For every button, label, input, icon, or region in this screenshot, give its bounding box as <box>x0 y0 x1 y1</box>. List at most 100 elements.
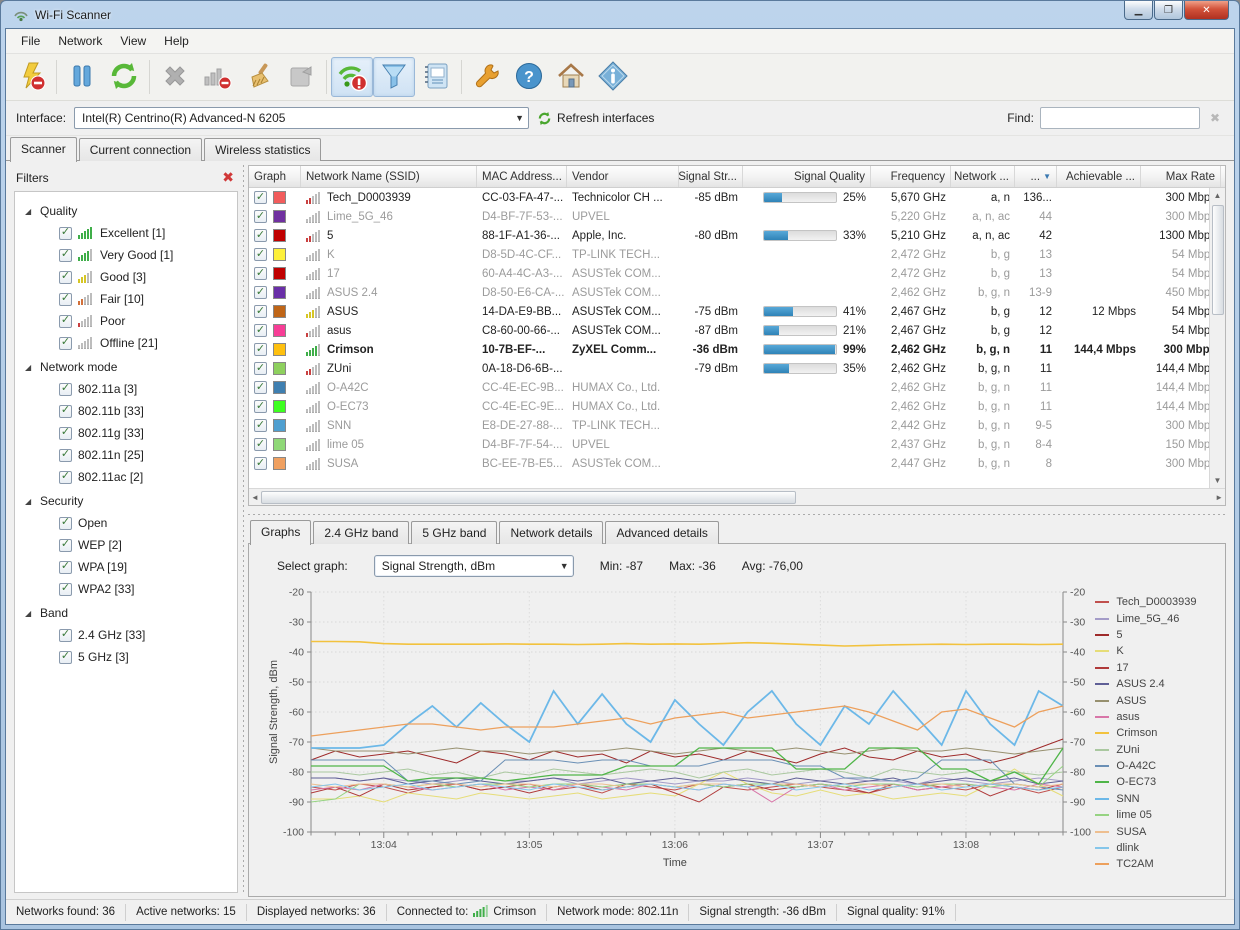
checkbox[interactable] <box>59 560 72 574</box>
details-button[interactable] <box>415 57 457 97</box>
table-row[interactable]: ASUS 14-DA-E9-BB... ASUSTek COM... -75 dBm 4… <box>249 302 1225 321</box>
scroll-right-icon[interactable]: ► <box>1215 490 1223 505</box>
tab-scanner[interactable]: Scanner <box>10 137 77 162</box>
filter-item[interactable]: 802.11g [33] <box>25 422 233 444</box>
refresh-interfaces-button[interactable]: Refresh interfaces <box>537 111 654 126</box>
filter-item[interactable]: WPA [19] <box>25 556 233 578</box>
filter-item[interactable]: Good [3] <box>25 266 233 288</box>
table-row[interactable]: asus C8-60-00-66-... ASUSTek COM... -87 dBm… <box>249 321 1225 340</box>
checkbox[interactable] <box>59 270 72 284</box>
home-button[interactable] <box>550 57 592 97</box>
collapse-icon[interactable]: ◢ <box>25 207 33 216</box>
pause-button[interactable] <box>61 57 103 97</box>
clear-find-icon[interactable]: ✖ <box>1206 111 1224 125</box>
minimize-button[interactable]: ▁ <box>1124 1 1153 20</box>
horizontal-splitter[interactable] <box>248 512 1226 516</box>
table-row[interactable]: 5 88-1F-A1-36-... Apple, Inc. -80 dBm 33% 5,2… <box>249 226 1225 245</box>
table-row[interactable]: Crimson 10-7B-EF-... ZyXEL Comm... -36 dBm 9… <box>249 340 1225 359</box>
checkbox[interactable] <box>59 226 72 240</box>
close-button[interactable]: ✕ <box>1184 1 1229 20</box>
filter-item[interactable]: 802.11a [3] <box>25 378 233 400</box>
filter-item[interactable]: 802.11b [33] <box>25 400 233 422</box>
graph-checkbox[interactable] <box>254 286 267 299</box>
refresh-button[interactable] <box>103 57 145 97</box>
column-header[interactable]: Vendor <box>567 166 679 187</box>
broom-button[interactable] <box>238 57 280 97</box>
table-row[interactable]: Lime_5G_46 D4-BF-7F-53-... UPVEL 5,220 GHz a… <box>249 207 1225 226</box>
menu-help[interactable]: Help <box>155 31 198 51</box>
filter-item[interactable]: 802.11n [25] <box>25 444 233 466</box>
graph-checkbox[interactable] <box>254 210 267 223</box>
checkbox[interactable] <box>59 314 72 328</box>
table-row[interactable]: lime 05 D4-BF-7F-54-... UPVEL 2,437 GHz b, g… <box>249 435 1225 454</box>
graph-checkbox[interactable] <box>254 457 267 470</box>
graph-checkbox[interactable] <box>254 248 267 261</box>
column-header[interactable]: Signal Quality <box>743 166 871 187</box>
tab-wireless-statistics[interactable]: Wireless statistics <box>204 138 322 161</box>
checkbox[interactable] <box>59 516 72 530</box>
checkbox[interactable] <box>59 336 72 350</box>
close-filters-icon[interactable]: ✖ <box>222 169 234 186</box>
column-header[interactable]: Network ... <box>951 166 1015 187</box>
graph-checkbox[interactable] <box>254 229 267 242</box>
column-header[interactable]: Achievable ... <box>1057 166 1141 187</box>
column-header[interactable]: Max Rate <box>1141 166 1221 187</box>
checkbox[interactable] <box>59 382 72 396</box>
filter-button[interactable] <box>373 57 415 97</box>
collapse-icon[interactable]: ◢ <box>25 609 33 618</box>
graph-checkbox[interactable] <box>254 324 267 337</box>
checkbox[interactable] <box>59 292 72 306</box>
menu-view[interactable]: View <box>111 31 155 51</box>
tab-5-ghz-band[interactable]: 5 GHz band <box>411 521 498 544</box>
checkbox[interactable] <box>59 426 72 440</box>
delete-button[interactable] <box>154 57 196 97</box>
graph-checkbox[interactable] <box>254 362 267 375</box>
checkbox[interactable] <box>59 448 72 462</box>
filter-group-quality[interactable]: ◢ Quality <box>25 200 233 222</box>
tab-graphs[interactable]: Graphs <box>250 520 312 545</box>
filter-item[interactable]: 802.11ac [2] <box>25 466 233 488</box>
about-button[interactable] <box>592 57 634 97</box>
filter-item[interactable]: 2.4 GHz [33] <box>25 624 233 646</box>
wrench-button[interactable] <box>466 57 508 97</box>
maximize-button[interactable]: ❐ <box>1154 1 1183 20</box>
table-row[interactable]: O-A42C CC-4E-EC-9B... HUMAX Co., Ltd. 2,462… <box>249 378 1225 397</box>
checkbox[interactable] <box>59 470 72 484</box>
filter-item[interactable]: Very Good [1] <box>25 244 233 266</box>
stop-scan-button[interactable] <box>10 57 52 97</box>
table-row[interactable]: K D8-5D-4C-CF... TP-LINK TECH... 2,472 GHz b… <box>249 245 1225 264</box>
graph-checkbox[interactable] <box>254 305 267 318</box>
tab-2-4-ghz-band[interactable]: 2.4 GHz band <box>313 521 410 544</box>
horizontal-scrollbar[interactable]: ◄ ► <box>249 488 1225 505</box>
clear-signal-button[interactable] <box>196 57 238 97</box>
filter-group-network-mode[interactable]: ◢ Network mode <box>25 356 233 378</box>
filter-item[interactable]: WPA2 [33] <box>25 578 233 600</box>
checkbox[interactable] <box>59 650 72 664</box>
vertical-splitter[interactable] <box>242 165 245 893</box>
interface-select[interactable]: Intel(R) Centrino(R) Advanced-N 6205 ▼ <box>74 107 530 129</box>
table-row[interactable]: O-EC73 CC-4E-EC-9E... HUMAX Co., Ltd. 2,462… <box>249 397 1225 416</box>
filter-item[interactable]: Offline [21] <box>25 332 233 354</box>
hscroll-thumb[interactable] <box>260 490 796 504</box>
checkbox[interactable] <box>59 628 72 642</box>
column-header[interactable]: MAC Address... <box>477 166 567 187</box>
vertical-scrollbar[interactable]: ▲ ▼ <box>1209 188 1225 488</box>
table-row[interactable]: Tech_D0003939 CC-03-FA-47-... Technicolor … <box>249 188 1225 207</box>
graph-select[interactable]: Signal Strength, dBm ▼ <box>373 555 574 577</box>
graph-checkbox[interactable] <box>254 191 267 204</box>
export-button[interactable] <box>280 57 322 97</box>
graph-checkbox[interactable] <box>254 343 267 356</box>
table-row[interactable]: ASUS 2.4 D8-50-E6-CA-... ASUSTek COM... 2,4… <box>249 283 1225 302</box>
filter-item[interactable]: Fair [10] <box>25 288 233 310</box>
help-button[interactable]: ? <box>508 57 550 97</box>
checkbox[interactable] <box>59 538 72 552</box>
graph-checkbox[interactable] <box>254 419 267 432</box>
filter-item[interactable]: Excellent [1] <box>25 222 233 244</box>
column-header[interactable]: Graph <box>249 166 301 187</box>
graph-checkbox[interactable] <box>254 400 267 413</box>
checkbox[interactable] <box>59 404 72 418</box>
filter-item[interactable]: Poor <box>25 310 233 332</box>
table-row[interactable]: ZUni 0A-18-D6-6B-... -79 dBm 35% 2,462 GHz b,… <box>249 359 1225 378</box>
scroll-left-icon[interactable]: ◄ <box>251 490 259 505</box>
menu-network[interactable]: Network <box>49 31 111 51</box>
